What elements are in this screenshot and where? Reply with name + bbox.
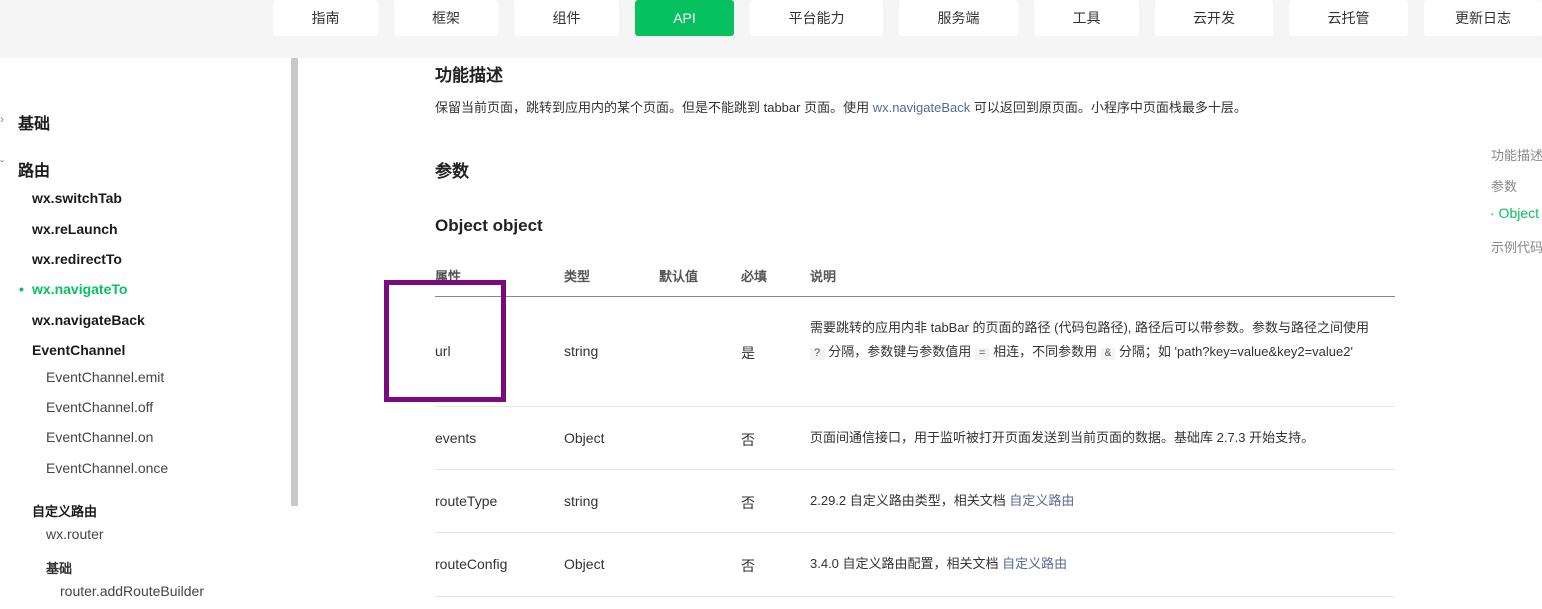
- cell-attr: routeConfig: [435, 556, 508, 572]
- cell-type: string: [564, 493, 599, 509]
- cell-type: string: [564, 343, 599, 359]
- nav-tab-platform[interactable]: 平台能力: [750, 0, 883, 36]
- code-equals: =: [974, 348, 990, 360]
- sidebar-item-eventchannel-on[interactable]: EventChannel.on: [46, 429, 153, 445]
- sidebar-item-relaunch[interactable]: wx.reLaunch: [32, 221, 118, 237]
- sidebar-item-eventchannel[interactable]: EventChannel: [32, 342, 125, 358]
- nav-tab-components[interactable]: 组件: [514, 0, 619, 36]
- active-bullet-icon: •: [19, 281, 24, 297]
- sidebar: [0, 58, 298, 609]
- chevron-right-icon[interactable]: ›: [0, 112, 4, 126]
- custom-route-link[interactable]: 自定义路由: [1009, 493, 1074, 508]
- sidebar-item-addroutebuilder[interactable]: router.addRouteBuilder: [60, 583, 204, 599]
- cell-desc: 2.29.2 自定义路由类型，相关文档 自定义路由: [810, 493, 1075, 508]
- section-title-params: 参数: [435, 162, 469, 181]
- sidebar-section-basic[interactable]: 基础: [18, 110, 50, 134]
- cell-attr: routeType: [435, 493, 498, 509]
- description-paragraph: 保留当前页面，跳转到应用内的某个页面。但是不能跳到 tabbar 页面。使用 w…: [435, 100, 1247, 115]
- toc-item-description[interactable]: 功能描述: [1491, 145, 1542, 164]
- th-required: 必填: [741, 269, 768, 284]
- table-header-divider: [435, 296, 1395, 297]
- nav-tab-tools[interactable]: 工具: [1034, 0, 1139, 36]
- cell-required: 是: [741, 345, 755, 361]
- row-divider: [435, 469, 1395, 470]
- cell-required: 否: [741, 432, 755, 448]
- th-type: 类型: [564, 269, 591, 284]
- toc-item-object[interactable]: · Object: [1490, 205, 1539, 221]
- row-divider: [435, 406, 1395, 407]
- toc-item-example[interactable]: 示例代码: [1491, 237, 1542, 256]
- cell-type: Object: [564, 556, 605, 572]
- navigateback-link[interactable]: wx.navigateBack: [873, 100, 971, 115]
- sidebar-item-switchtab[interactable]: wx.switchTab: [32, 190, 122, 206]
- row-divider: [435, 596, 1395, 597]
- section-title-description: 功能描述: [435, 66, 503, 85]
- sidebar-section-route[interactable]: 路由: [18, 157, 50, 181]
- nav-tab-framework[interactable]: 框架: [394, 0, 498, 36]
- highlight-box: [384, 280, 506, 402]
- code-question-mark: ?: [810, 348, 825, 360]
- nav-tab-api[interactable]: API: [635, 0, 734, 36]
- nav-tab-cloud-dev[interactable]: 云开发: [1155, 0, 1273, 36]
- th-default: 默认值: [659, 269, 699, 284]
- sidebar-item-redirectto[interactable]: wx.redirectTo: [32, 251, 122, 267]
- nav-tab-guide[interactable]: 指南: [273, 0, 378, 36]
- row-divider: [435, 532, 1395, 533]
- sidebar-item-eventchannel-off[interactable]: EventChannel.off: [46, 399, 153, 415]
- cell-required: 否: [741, 558, 755, 574]
- custom-route-link[interactable]: 自定义路由: [1002, 556, 1067, 571]
- sidebar-item-router-basic[interactable]: 基础: [46, 558, 72, 577]
- code-ampersand: &: [1100, 348, 1116, 360]
- nav-tab-cloud-hosting[interactable]: 云托管: [1289, 0, 1408, 36]
- cell-attr: events: [435, 430, 477, 446]
- object-title: Object object: [435, 216, 543, 235]
- nav-tab-changelog[interactable]: 更新日志: [1424, 0, 1542, 36]
- top-nav-bar: 指南 框架 组件 API 平台能力 服务端 工具 云开发 云托管 更新日志: [0, 0, 1542, 58]
- sidebar-scrollbar[interactable]: [291, 58, 298, 506]
- cell-desc: 页面间通信接口，用于监听被打开页面发送到当前页面的数据。基础库 2.7.3 开始…: [810, 430, 1315, 445]
- chevron-down-icon[interactable]: ˇ: [0, 158, 4, 172]
- cell-desc: 需要跳转的应用内非 tabBar 的页面的路径 (代码包路径), 路径后可以带参…: [810, 320, 1370, 360]
- toc-item-params[interactable]: 参数: [1491, 176, 1517, 195]
- sidebar-item-wx-router[interactable]: wx.router: [46, 526, 104, 542]
- sidebar-item-navigateback[interactable]: wx.navigateBack: [32, 312, 145, 328]
- sidebar-item-custom-route[interactable]: 自定义路由: [32, 501, 97, 520]
- cell-type: Object: [564, 430, 605, 446]
- nav-tab-server[interactable]: 服务端: [899, 0, 1018, 36]
- sidebar-item-navigateto[interactable]: wx.navigateTo: [32, 281, 127, 297]
- sidebar-item-eventchannel-emit[interactable]: EventChannel.emit: [46, 369, 164, 385]
- sidebar-item-eventchannel-once[interactable]: EventChannel.once: [46, 460, 168, 476]
- cell-desc: 3.4.0 自定义路由配置，相关文档 自定义路由: [810, 556, 1068, 571]
- cell-required: 否: [741, 495, 755, 511]
- th-desc: 说明: [810, 269, 837, 284]
